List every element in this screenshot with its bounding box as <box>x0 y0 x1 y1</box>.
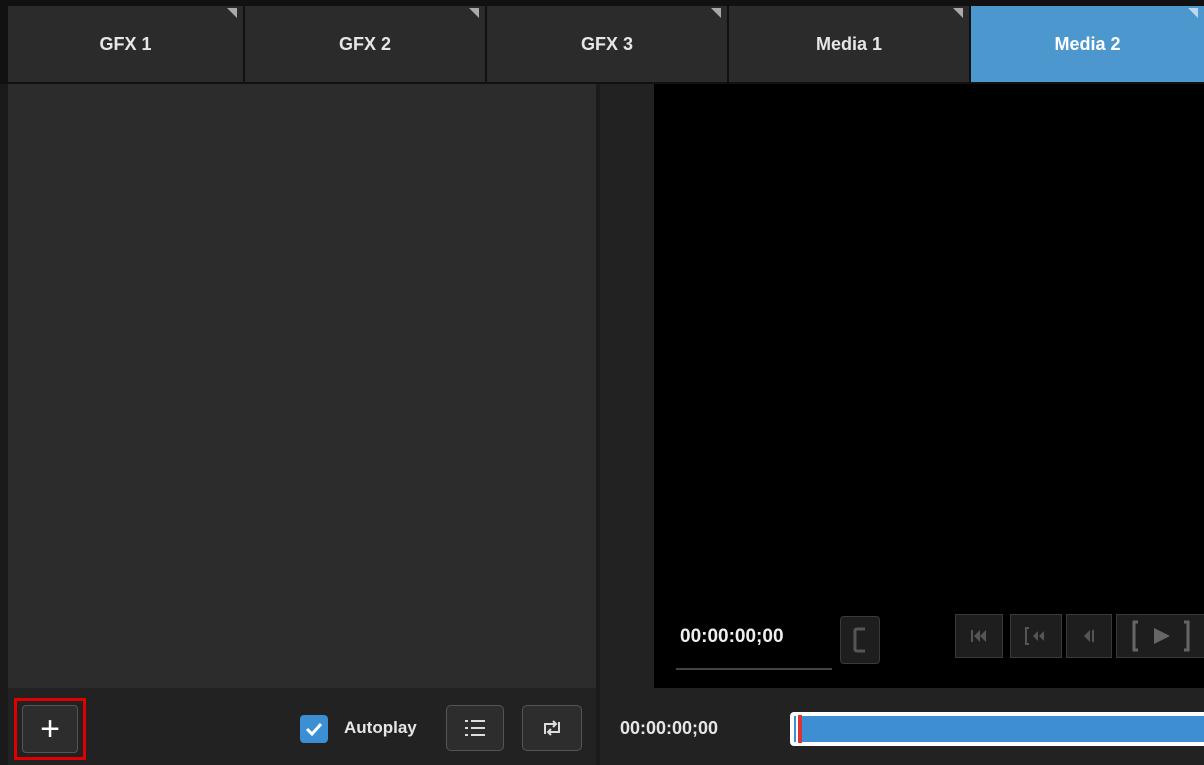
tab-gfx-3[interactable]: GFX 3 <box>487 6 729 82</box>
rewind-button[interactable] <box>1010 614 1062 658</box>
tab-label: GFX 1 <box>99 33 152 54</box>
tab-corner-icon <box>469 8 479 18</box>
checkmark-icon <box>305 722 323 736</box>
play-icon <box>1132 620 1189 652</box>
playback-progress-bar[interactable] <box>790 712 1204 746</box>
tab-label: Media 2 <box>1054 33 1121 54</box>
mark-in-icon <box>853 627 865 653</box>
tab-gfx-2[interactable]: GFX 2 <box>245 6 487 82</box>
add-media-highlight: + <box>14 698 86 760</box>
media-list-panel[interactable] <box>8 84 596 688</box>
loop-button[interactable] <box>522 705 582 751</box>
tab-media-2[interactable]: Media 2 <box>971 6 1204 82</box>
skip-to-start-button[interactable] <box>955 614 1003 658</box>
step-back-icon <box>1084 630 1094 642</box>
mark-in-button[interactable] <box>840 616 880 664</box>
tab-media-1[interactable]: Media 1 <box>729 6 971 82</box>
playlist-button[interactable] <box>446 705 504 751</box>
tab-corner-icon <box>953 8 963 18</box>
rewind-icon <box>1025 627 1044 645</box>
autoplay-checkbox[interactable] <box>300 715 328 743</box>
tab-corner-icon <box>227 8 237 18</box>
playhead-marker[interactable] <box>796 715 802 743</box>
media-preview <box>654 84 1204 688</box>
tab-bar: GFX 1 GFX 2 GFX 3 Media 1 Media 2 <box>0 0 1204 84</box>
play-button[interactable] <box>1116 614 1204 658</box>
tab-corner-icon <box>1188 8 1198 18</box>
timecode-underline <box>676 668 832 670</box>
tab-label: GFX 2 <box>338 33 391 54</box>
list-icon <box>465 720 485 736</box>
add-media-button[interactable]: + <box>22 705 78 753</box>
tab-corner-icon <box>711 8 721 18</box>
preview-gutter <box>600 84 654 688</box>
skip-to-start-icon <box>971 630 986 642</box>
add-label: + <box>40 710 60 748</box>
preview-timecode: 00:00:00;00 <box>680 626 784 647</box>
loop-icon <box>544 720 560 736</box>
autoplay-label[interactable]: Autoplay <box>344 718 417 738</box>
tab-label: GFX 3 <box>580 33 633 54</box>
progress-fill <box>794 715 1204 743</box>
tab-label: Media 1 <box>815 33 883 54</box>
playback-timecode: 00:00:00;00 <box>620 718 719 738</box>
step-back-button[interactable] <box>1066 614 1112 658</box>
tab-gfx-1[interactable]: GFX 1 <box>8 6 245 82</box>
